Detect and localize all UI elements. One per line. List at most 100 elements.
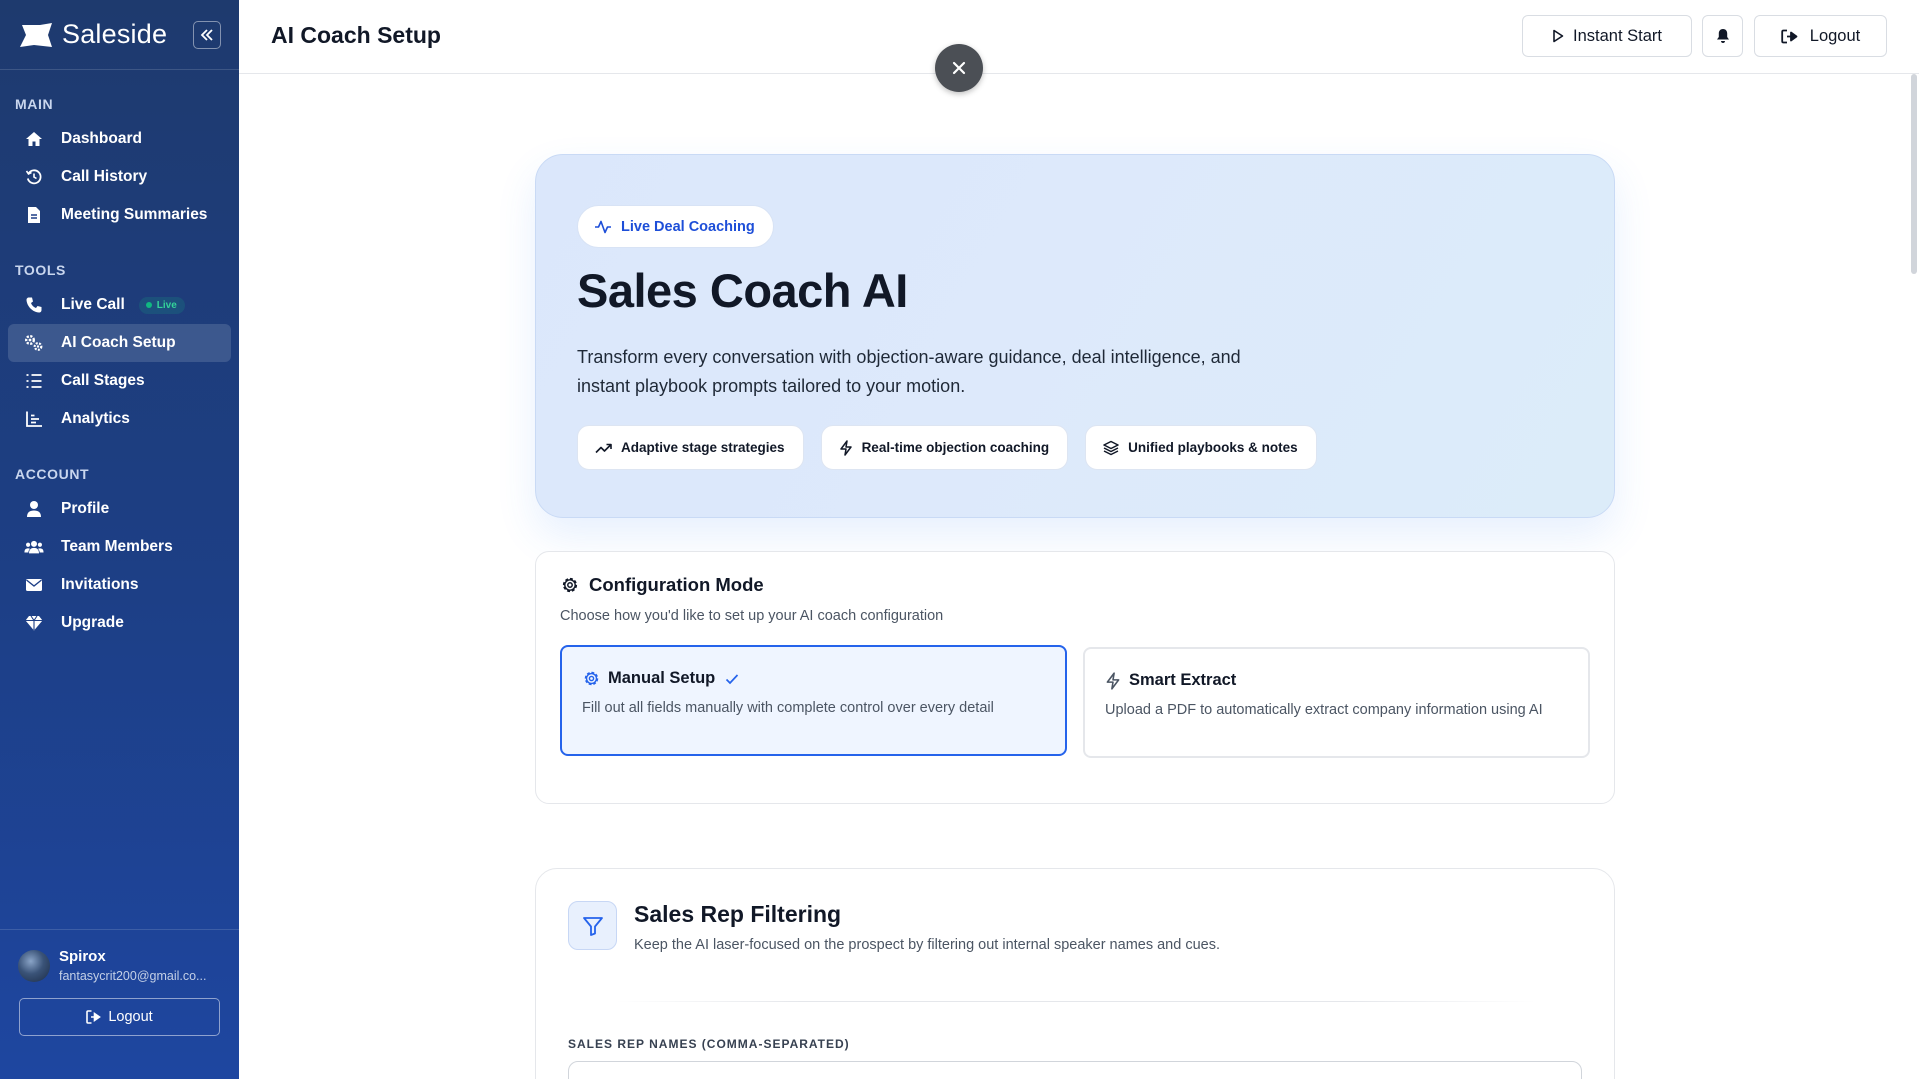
user-icon xyxy=(24,499,44,519)
sidebar-item-label: Meeting Summaries xyxy=(61,206,208,223)
sidebar-item-label: Invitations xyxy=(61,576,139,593)
history-icon xyxy=(24,167,44,187)
user-name: Spirox xyxy=(59,948,106,965)
logout-icon xyxy=(1781,29,1798,43)
sidebar-item-team-members[interactable]: Team Members xyxy=(8,528,231,566)
topbar-logout-label: Logout xyxy=(1809,26,1861,45)
sidebar-item-invitations[interactable]: Invitations xyxy=(8,566,231,604)
bolt-icon xyxy=(1106,671,1120,690)
checkmark-icon xyxy=(726,673,739,684)
avatar xyxy=(18,949,50,982)
manual-setup-description: Fill out all fields manually with comple… xyxy=(582,700,994,716)
sidebar-item-upgrade[interactable]: Upgrade xyxy=(8,604,231,642)
page-scrollbar-thumb[interactable] xyxy=(1911,74,1917,274)
smart-extract-option[interactable]: Smart Extract Upload a PDF to automatica… xyxy=(1083,647,1590,758)
sidebar-item-label: Dashboard xyxy=(61,130,142,147)
configuration-mode-title: Configuration Mode xyxy=(560,574,764,596)
sidebar-item-dashboard[interactable]: Dashboard xyxy=(8,120,231,158)
divider xyxy=(616,1001,1536,1002)
layers-icon xyxy=(1103,440,1119,455)
logout-icon xyxy=(86,1010,102,1024)
gem-icon xyxy=(24,613,44,633)
feature-pill-objection: Real-time objection coaching xyxy=(820,425,1069,470)
configuration-mode-subtitle: Choose how you'd like to set up your AI … xyxy=(560,608,944,624)
live-dot-icon xyxy=(145,302,152,308)
configuration-mode-card: Configuration Mode Choose how you'd like… xyxy=(535,551,1615,804)
smart-extract-heading: Smart Extract xyxy=(1105,671,1236,690)
live-badge-label: Live xyxy=(156,299,177,311)
sales-rep-names-label: SALES REP NAMES (COMMA-SEPARATED) xyxy=(568,1037,850,1051)
hero-description: Transform every conversation with object… xyxy=(577,347,1241,396)
sales-rep-filtering-card: Sales Rep Filtering Keep the AI laser-fo… xyxy=(535,868,1615,1079)
sidebar-item-label: Call History xyxy=(61,168,148,185)
sidebar-item-meeting-summaries[interactable]: Meeting Summaries xyxy=(8,196,231,234)
sidebar-footer: Spirox fantasycrit200@gmail.co... Logout xyxy=(0,929,239,1079)
topbar: AI Coach Setup Instant Start Logout xyxy=(239,0,1919,74)
brand-name: Saleside xyxy=(62,19,168,49)
gear-icon xyxy=(584,671,599,686)
sidebar-logout-label: Logout xyxy=(108,1009,153,1025)
brand-header: Saleside xyxy=(0,0,239,70)
sales-rep-names-input[interactable] xyxy=(568,1061,1582,1079)
smart-extract-title: Smart Extract xyxy=(1129,671,1237,689)
sidebar-item-call-history[interactable]: Call History xyxy=(8,158,231,196)
hero-chip-label: Live Deal Coaching xyxy=(621,218,755,235)
configuration-mode-title-text: Configuration Mode xyxy=(589,574,764,595)
sidebar-item-call-stages[interactable]: Call Stages xyxy=(8,362,231,400)
sidebar-item-label: Live Call xyxy=(61,296,125,313)
page-title: AI Coach Setup xyxy=(271,22,441,48)
gear-icon xyxy=(562,577,578,593)
sidebar-item-label: Profile xyxy=(61,500,110,517)
double-chevron-left-icon xyxy=(200,28,213,41)
instant-start-label: Instant Start xyxy=(1573,26,1662,45)
activity-pulse-icon xyxy=(595,220,611,233)
sidebar-item-analytics[interactable]: Analytics xyxy=(8,400,231,438)
sidebar-logout-button[interactable]: Logout xyxy=(19,998,220,1036)
sales-rep-filtering-title: Sales Rep Filtering xyxy=(634,901,842,927)
user-profile-row: Spirox fantasycrit200@gmail.co... xyxy=(0,930,239,983)
sidebar-item-live-call[interactable]: Live Call Live xyxy=(8,286,231,324)
trend-icon xyxy=(595,443,612,453)
phone-icon xyxy=(24,295,44,315)
instant-start-button[interactable]: Instant Start xyxy=(1522,15,1692,57)
bell-icon xyxy=(1716,29,1729,43)
live-status-badge: Live xyxy=(138,296,185,314)
document-icon xyxy=(24,205,44,225)
envelope-icon xyxy=(24,575,44,595)
sidebar: Saleside MAIN Dashboard Call History Mee… xyxy=(0,0,239,1079)
list-icon xyxy=(24,371,44,391)
users-icon xyxy=(24,537,44,557)
sidebar-item-label: Call Stages xyxy=(61,372,145,389)
brand-logo-icon xyxy=(20,22,52,47)
home-icon xyxy=(24,129,44,149)
feature-pill-playbooks: Unified playbooks & notes xyxy=(1085,425,1317,470)
manual-setup-option[interactable]: Manual Setup Fill out all fields manuall… xyxy=(560,645,1067,756)
chart-icon xyxy=(24,409,44,429)
section-label-main: MAIN xyxy=(15,96,54,112)
sidebar-item-ai-coach-setup[interactable]: AI Coach Setup xyxy=(8,324,231,362)
smart-extract-description: Upload a PDF to automatically extract co… xyxy=(1105,702,1543,718)
section-label-account: ACCOUNT xyxy=(15,466,90,482)
feature-pill-label: Adaptive stage strategies xyxy=(621,440,785,455)
filter-icon-box xyxy=(568,901,617,950)
sidebar-item-label: Analytics xyxy=(61,410,130,427)
notifications-button[interactable] xyxy=(1702,15,1743,57)
sidebar-item-profile[interactable]: Profile xyxy=(8,490,231,528)
user-email: fantasycrit200@gmail.co... xyxy=(59,969,207,983)
bolt-icon xyxy=(839,439,852,456)
live-deal-coaching-chip: Live Deal Coaching xyxy=(577,205,774,248)
feature-pill-row: Adaptive stage strategies Real-time obje… xyxy=(577,425,1334,470)
hero-title: Sales Coach AI xyxy=(577,264,908,317)
sales-rep-filtering-subtitle: Keep the AI laser-focused on the prospec… xyxy=(634,937,1220,953)
topbar-logout-button[interactable]: Logout xyxy=(1754,15,1887,57)
section-label-tools: TOOLS xyxy=(15,262,66,278)
manual-setup-title: Manual Setup xyxy=(608,669,716,687)
close-button[interactable] xyxy=(935,44,983,92)
hero-card: Live Deal Coaching Sales Coach AI Transf… xyxy=(535,154,1615,518)
collapse-sidebar-button[interactable] xyxy=(193,20,221,49)
feature-pill-label: Real-time objection coaching xyxy=(861,440,1050,455)
close-icon xyxy=(952,61,966,75)
sidebar-item-label: AI Coach Setup xyxy=(61,334,176,351)
filter-icon xyxy=(582,916,603,936)
gears-icon xyxy=(24,333,44,353)
